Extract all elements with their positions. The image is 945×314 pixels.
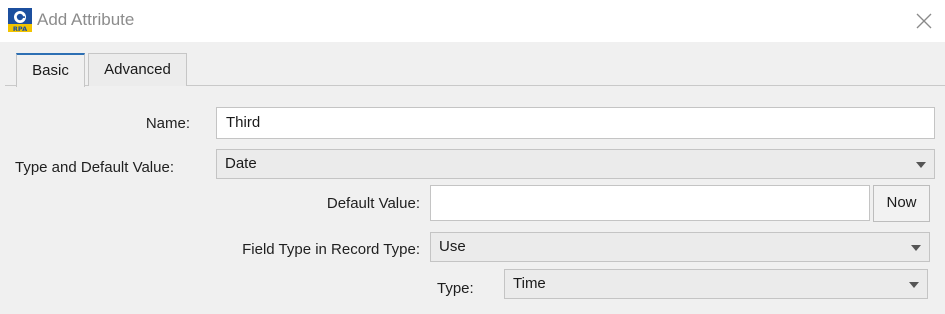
chevron-down-icon bbox=[909, 282, 919, 288]
name-field[interactable]: Third bbox=[216, 107, 935, 139]
field-type-select-value: Use bbox=[439, 238, 466, 255]
sub-type-label: Type: bbox=[437, 280, 474, 297]
type-select-value: Date bbox=[225, 155, 257, 172]
type-default-label: Type and Default Value: bbox=[15, 159, 174, 176]
now-button[interactable]: Now bbox=[873, 185, 930, 222]
window-title: Add Attribute bbox=[37, 10, 135, 29]
close-button[interactable] bbox=[909, 6, 939, 36]
default-value-label: Default Value: bbox=[326, 195, 420, 212]
erpa-logo-icon: RPA bbox=[8, 8, 32, 32]
chevron-down-icon bbox=[911, 245, 921, 251]
tab-basic[interactable]: Basic bbox=[16, 53, 85, 87]
svg-text:RPA: RPA bbox=[13, 25, 27, 32]
sub-type-select-value: Time bbox=[513, 275, 546, 292]
field-type-label: Field Type in Record Type: bbox=[242, 241, 420, 258]
title-bar: RPA Add Attribute bbox=[0, 0, 945, 42]
sub-type-select[interactable]: Time bbox=[504, 269, 928, 299]
default-value-field[interactable] bbox=[430, 185, 870, 221]
type-select[interactable]: Date bbox=[216, 149, 935, 179]
tab-advanced[interactable]: Advanced bbox=[88, 53, 187, 86]
field-type-select[interactable]: Use bbox=[430, 232, 930, 262]
close-icon bbox=[916, 13, 932, 29]
name-label: Name: bbox=[145, 115, 190, 132]
chevron-down-icon bbox=[916, 162, 926, 168]
